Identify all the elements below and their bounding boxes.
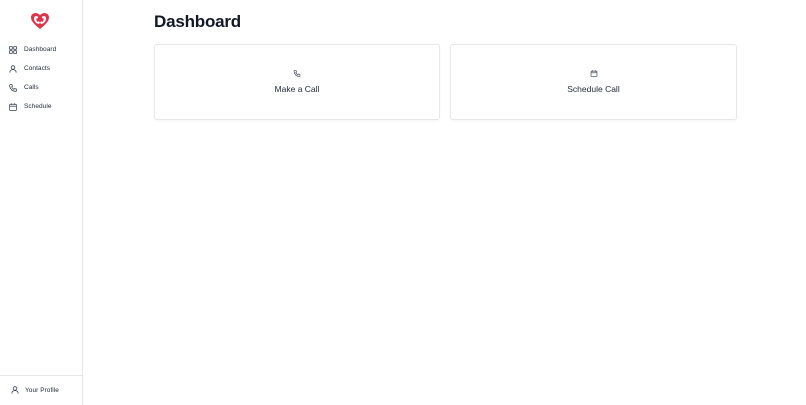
sidebar-item-label: Contacts xyxy=(24,65,51,72)
heart-phone-logo-icon xyxy=(31,13,49,29)
sidebar-item-label: Dashboard xyxy=(24,46,57,53)
main-content: Dashboard Make a Call Schedule Call xyxy=(83,0,806,405)
profile-label: Your Profile xyxy=(25,386,59,394)
make-a-call-card[interactable]: Make a Call xyxy=(154,44,440,120)
sidebar-item-schedule[interactable]: Schedule xyxy=(0,97,52,116)
card-label: Make a Call xyxy=(274,84,320,94)
schedule-call-card[interactable]: Schedule Call xyxy=(450,44,737,120)
phone-icon xyxy=(293,70,301,77)
sidebar-footer: Your Profile xyxy=(0,375,82,405)
sidebar-item-dashboard[interactable]: Dashboard xyxy=(0,40,56,59)
sidebar-item-label: Calls xyxy=(24,84,39,91)
card-label: Schedule Call xyxy=(567,84,620,94)
calendar-icon xyxy=(590,70,597,77)
user-icon xyxy=(11,386,19,394)
user-icon xyxy=(9,64,17,73)
app-logo[interactable] xyxy=(30,12,50,30)
sidebar: Dashboard Contacts Calls Schedule Your P… xyxy=(0,0,83,405)
phone-icon xyxy=(9,83,17,92)
page-title: Dashboard xyxy=(154,12,241,31)
sidebar-item-label: Schedule xyxy=(24,103,52,110)
your-profile-link[interactable]: Your Profile xyxy=(11,386,59,394)
calendar-icon xyxy=(9,102,17,111)
sidebar-item-contacts[interactable]: Contacts xyxy=(0,59,50,78)
sidebar-item-calls[interactable]: Calls xyxy=(0,78,39,97)
grid-icon xyxy=(9,45,17,54)
